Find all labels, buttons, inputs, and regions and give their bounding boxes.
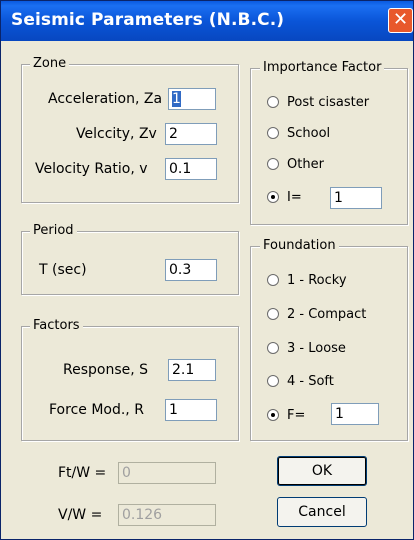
foundation-f-field[interactable]: 1 — [331, 403, 379, 425]
foundation-option-soft[interactable]: 4 - Soft — [267, 372, 334, 390]
importance-option-post-disaster[interactable]: Post cisaster — [267, 93, 369, 111]
radio-icon — [267, 158, 279, 170]
importance-option-other[interactable]: Other — [267, 155, 324, 173]
period-t-field[interactable]: 0.3 — [165, 259, 217, 281]
response-field[interactable]: 2.1 — [168, 359, 216, 381]
cancel-button[interactable]: Cancel — [277, 497, 367, 527]
period-t-label: T (sec) — [39, 262, 87, 278]
force-field[interactable]: 1 — [165, 399, 217, 421]
foundation-option-f[interactable]: F= — [267, 406, 305, 424]
radio-icon — [267, 274, 279, 286]
foundation-option-compact[interactable]: 2 - Compact — [267, 305, 366, 323]
velocity-ratio-field[interactable]: 0.1 — [165, 158, 217, 180]
response-label: Response, S — [63, 362, 149, 378]
radio-icon — [267, 96, 279, 108]
zone-legend: Zone — [30, 56, 70, 72]
factors-legend: Factors — [30, 318, 83, 334]
radio-icon — [267, 308, 279, 320]
force-label: Force Mod., R — [49, 402, 144, 418]
radio-selected-icon — [267, 191, 279, 203]
v-w-label: V/W = — [58, 507, 103, 523]
importance-option-i[interactable]: I= — [267, 188, 302, 206]
window-title: Seismic Parameters (N.B.C.) — [11, 10, 285, 30]
v-w-field: 0.126 — [118, 504, 216, 526]
foundation-legend: Foundation — [260, 238, 339, 254]
factors-group: Factors — [21, 318, 239, 441]
ft-w-label: Ft/W = — [58, 465, 107, 481]
acceleration-value: 1 — [172, 91, 181, 107]
importance-option-school[interactable]: School — [267, 124, 330, 142]
radio-icon — [267, 127, 279, 139]
importance-i-field[interactable]: 1 — [330, 187, 382, 209]
radio-selected-icon — [267, 409, 279, 421]
foundation-option-rocky[interactable]: 1 - Rocky — [267, 271, 347, 289]
acceleration-field[interactable]: 1 — [168, 88, 216, 110]
radio-icon — [267, 375, 279, 387]
ok-button[interactable]: OK — [277, 456, 367, 486]
title-bar[interactable]: Seismic Parameters (N.B.C.) ✕ — [1, 1, 413, 41]
importance-legend: Importance Factor — [260, 60, 385, 76]
period-legend: Period — [30, 223, 77, 239]
acceleration-label: Acceleration, Za — [48, 91, 163, 107]
seismic-parameters-dialog: Seismic Parameters (N.B.C.) ✕ Zone Accel… — [0, 0, 414, 540]
radio-icon — [267, 342, 279, 354]
ft-w-field: 0 — [118, 462, 216, 484]
velocity-field[interactable]: 2 — [165, 123, 217, 145]
foundation-option-loose[interactable]: 3 - Loose — [267, 339, 346, 357]
velocity-ratio-label: Velocity Ratio, v — [35, 161, 148, 177]
close-button[interactable]: ✕ — [388, 8, 413, 33]
velocity-label: Velccity, Zv — [76, 126, 157, 142]
